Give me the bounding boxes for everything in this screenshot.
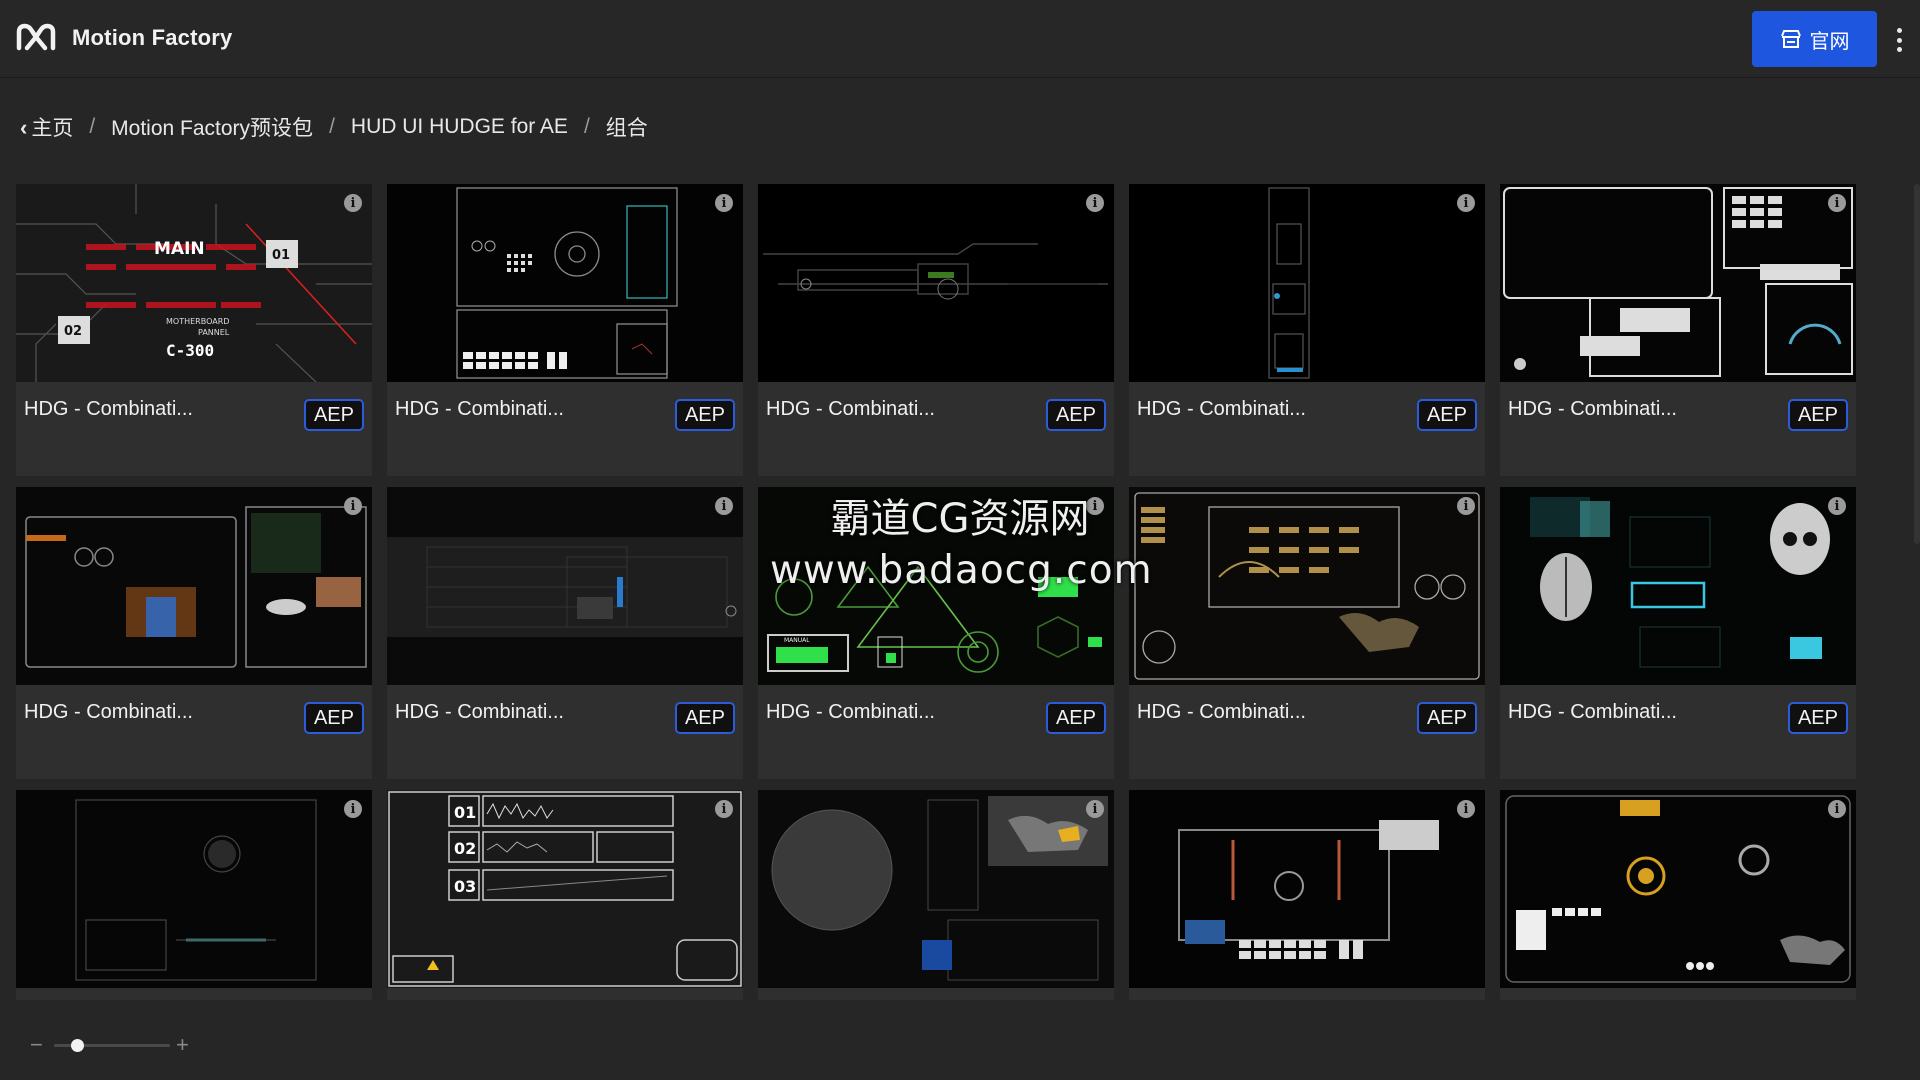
info-icon[interactable]: i <box>1457 497 1475 515</box>
asset-thumbnail <box>1129 487 1485 685</box>
asset-thumbnail <box>1129 790 1485 988</box>
asset-thumbnail <box>758 790 1114 988</box>
aep-badge: AEP <box>1787 702 1848 734</box>
info-icon[interactable]: i <box>1086 497 1104 515</box>
aep-badge: AEP <box>303 399 364 431</box>
aep-badge: AEP <box>1416 399 1477 431</box>
breadcrumb-home[interactable]: ‹ 主页 <box>20 112 73 142</box>
asset-card[interactable]: i HDG - Combinati... AEP <box>16 487 372 779</box>
asset-card[interactable]: i HDG - Combinati... AEP <box>1500 184 1856 476</box>
breadcrumb-home-label: 主页 <box>31 117 74 140</box>
asset-card[interactable]: i HDG - Combinati... AEP <box>1129 487 1485 779</box>
official-site-label: 官网 <box>1809 30 1850 53</box>
store-icon <box>1780 30 1801 48</box>
thumb-text-01: 01 <box>454 803 476 822</box>
zoom-out-button[interactable]: − <box>30 1032 43 1058</box>
asset-grid: MAIN 01 02 MOTHERBOARD PANNEL C-300 i HD… <box>16 184 1860 1000</box>
thumb-text-02: 02 <box>64 324 82 339</box>
asset-thumbnail <box>16 487 372 685</box>
asset-thumbnail <box>1500 790 1856 988</box>
thumb-text-02: 02 <box>454 839 476 858</box>
breadcrumb-separator: / <box>583 115 590 138</box>
asset-card[interactable]: i <box>16 790 372 1000</box>
card-title: HDG - Combinati... <box>1137 701 1306 723</box>
card-title: HDG - Combinati... <box>766 701 935 723</box>
top-bar: Motion Factory 官网 <box>0 0 1920 78</box>
asset-card[interactable]: i <box>758 790 1114 1000</box>
thumb-text-03: 03 <box>454 877 476 896</box>
info-icon[interactable]: i <box>1457 800 1475 818</box>
info-icon[interactable]: i <box>1086 194 1104 212</box>
info-icon[interactable]: i <box>1457 194 1475 212</box>
info-icon[interactable]: i <box>344 194 362 212</box>
aep-badge: AEP <box>1416 702 1477 734</box>
asset-thumbnail <box>1500 487 1856 685</box>
zoom-in-button[interactable]: + <box>176 1032 189 1058</box>
aep-badge: AEP <box>674 399 735 431</box>
asset-card[interactable]: i <box>1129 790 1485 1000</box>
thumb-text-main: MAIN <box>154 239 205 259</box>
breadcrumb-preset-pack[interactable]: Motion Factory预设包 <box>111 112 313 142</box>
aep-badge: AEP <box>1787 399 1848 431</box>
thumb-text-01: 01 <box>272 248 290 263</box>
asset-thumbnail <box>1500 184 1856 382</box>
footer-bar <box>0 1000 1920 1080</box>
card-title: HDG - Combinati... <box>1508 701 1677 723</box>
asset-thumbnail <box>16 790 372 988</box>
asset-thumbnail <box>387 184 743 382</box>
asset-card[interactable]: i HDG - Combinati... AEP <box>758 184 1114 476</box>
asset-card[interactable]: MAIN 01 02 MOTHERBOARD PANNEL C-300 i HD… <box>16 184 372 476</box>
aep-badge: AEP <box>303 702 364 734</box>
aep-badge: AEP <box>1045 702 1106 734</box>
asset-card[interactable]: i HDG - Combinati... AEP <box>1500 487 1856 779</box>
asset-card[interactable]: i <box>1500 790 1856 1000</box>
official-site-button[interactable]: 官网 <box>1752 11 1877 67</box>
info-icon[interactable]: i <box>715 800 733 818</box>
info-icon[interactable]: i <box>1828 194 1846 212</box>
breadcrumb-separator: / <box>329 115 335 138</box>
card-title: HDG - Combinati... <box>395 701 564 723</box>
card-title: HDG - Combinati... <box>24 701 193 723</box>
aep-badge: AEP <box>1045 399 1106 431</box>
thumb-text-manual: MANUAL <box>784 637 810 644</box>
asset-card[interactable]: i HDG - Combinati... AEP <box>387 487 743 779</box>
breadcrumb: ‹ 主页 / Motion Factory预设包 / HUD UI HUDGE f… <box>20 112 648 142</box>
info-icon[interactable]: i <box>1828 800 1846 818</box>
thumb-text-motherboard: MOTHERBOARD <box>166 317 229 326</box>
asset-thumbnail <box>758 184 1114 382</box>
card-title: HDG - Combinati... <box>395 398 564 420</box>
card-title: HDG - Combinati... <box>1508 398 1677 420</box>
asset-card[interactable]: i HDG - Combinati... AEP <box>387 184 743 476</box>
info-icon[interactable]: i <box>344 800 362 818</box>
kebab-menu-icon[interactable] <box>1890 26 1908 54</box>
grid-scrollbar[interactable] <box>1914 184 1920 544</box>
thumb-text-pannel: PANNEL <box>198 328 230 337</box>
chevron-left-icon: ‹ <box>20 115 28 140</box>
motion-factory-logo-icon[interactable] <box>16 22 56 52</box>
info-icon[interactable]: i <box>715 497 733 515</box>
card-title: HDG - Combinati... <box>766 398 935 420</box>
app-title: Motion Factory <box>72 25 233 50</box>
asset-card[interactable]: 01 02 03 i <box>387 790 743 1000</box>
zoom-slider-handle[interactable] <box>70 1039 84 1052</box>
asset-thumbnail: 01 02 03 <box>387 790 743 988</box>
info-icon[interactable]: i <box>344 497 362 515</box>
asset-thumbnail: MANUAL <box>758 487 1114 685</box>
card-title: HDG - Combinati... <box>1137 398 1306 420</box>
asset-thumbnail <box>387 487 743 685</box>
card-title: HDG - Combinati... <box>24 398 193 420</box>
aep-badge: AEP <box>674 702 735 734</box>
thumb-text-c300: C-300 <box>166 341 214 360</box>
asset-card[interactable]: MANUAL i HDG - Combinati... AEP <box>758 487 1114 779</box>
breadcrumb-current: 组合 <box>605 117 648 140</box>
breadcrumb-separator: / <box>89 115 96 138</box>
info-icon[interactable]: i <box>1086 800 1104 818</box>
asset-thumbnail <box>1129 184 1485 382</box>
breadcrumb-hud-ui[interactable]: HUD UI HUDGE for AE <box>351 115 568 139</box>
info-icon[interactable]: i <box>715 194 733 212</box>
info-icon[interactable]: i <box>1828 497 1846 515</box>
asset-thumbnail: MAIN 01 02 MOTHERBOARD PANNEL C-300 <box>16 184 372 382</box>
asset-card[interactable]: i HDG - Combinati... AEP <box>1129 184 1485 476</box>
